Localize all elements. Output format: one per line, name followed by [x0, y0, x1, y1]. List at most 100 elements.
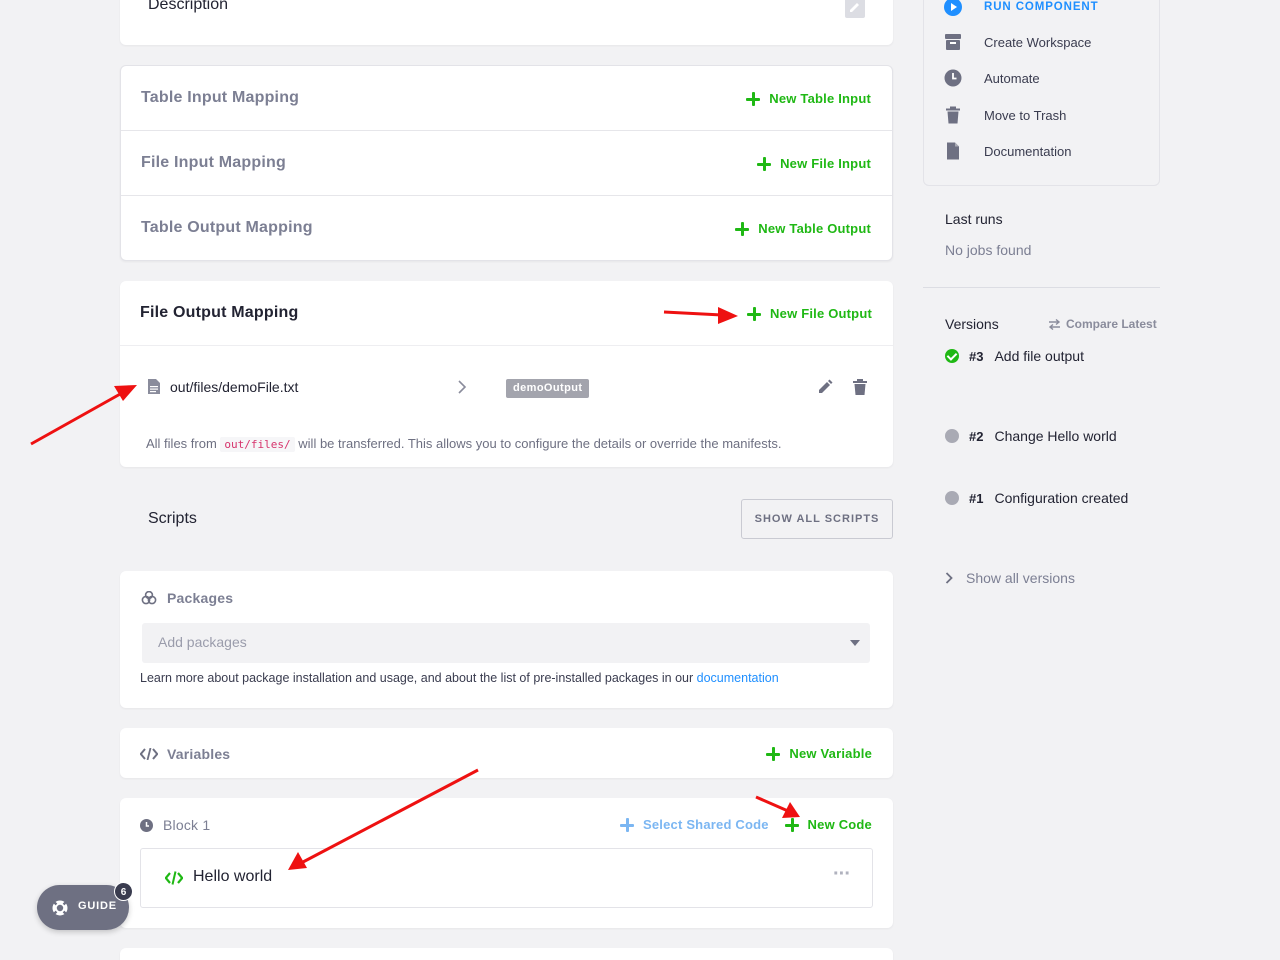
- play-icon: [944, 0, 962, 16]
- packages-help: Learn more about package installation an…: [140, 671, 779, 685]
- block-title: Block 1: [163, 817, 211, 833]
- divider: [923, 287, 1160, 288]
- automate-button[interactable]: Automate: [944, 69, 1040, 87]
- note-text-before: All files from: [146, 436, 217, 451]
- new-table-input-button[interactable]: New Table Input: [746, 91, 871, 106]
- note-text-after: will be transferred. This allows you to …: [298, 436, 782, 451]
- documentation-label: Documentation: [984, 143, 1072, 159]
- box-icon: [945, 34, 961, 50]
- plus-icon: [746, 91, 761, 106]
- version-item[interactable]: #3 Add file output: [945, 348, 1084, 364]
- clock-icon: [140, 819, 153, 832]
- create-workspace-button[interactable]: Create Workspace: [944, 33, 1091, 51]
- documentation-button[interactable]: Documentation: [944, 142, 1071, 160]
- new-file-input-button[interactable]: New File Input: [757, 156, 871, 171]
- file-input-mapping-title: File Input Mapping: [141, 154, 286, 171]
- variables-card: Variables New Variable: [120, 728, 893, 778]
- new-table-input-label: New Table Input: [769, 91, 871, 106]
- divider: [121, 130, 892, 131]
- show-all-versions-label: Show all versions: [966, 570, 1075, 586]
- trash-icon: [946, 106, 960, 124]
- block-card: Block 1 Select Shared Code New Code Hell…: [120, 798, 893, 928]
- file-icon: [148, 379, 160, 394]
- guide-count-badge: 6: [114, 882, 133, 901]
- new-file-output-button[interactable]: New File Output: [747, 306, 872, 321]
- file-icon: [947, 142, 959, 160]
- last-runs-empty: No jobs found: [945, 242, 1032, 258]
- code-icon: [140, 748, 158, 760]
- table-output-mapping-title: Table Output Mapping: [141, 219, 313, 236]
- guide-button[interactable]: GUIDE 6: [37, 882, 133, 930]
- version-label: Change Hello world: [994, 428, 1117, 444]
- plus-icon: [735, 221, 750, 236]
- clock-icon: [944, 69, 962, 87]
- chevron-right-icon: [458, 380, 467, 394]
- add-packages-select[interactable]: Add packages: [142, 623, 870, 663]
- file-output-note: All files from out/files/ will be transf…: [146, 436, 782, 452]
- caret-down-icon: [850, 640, 860, 646]
- packages-icon: [141, 591, 157, 605]
- mappings-card: Table Input Mapping New Table Input File…: [120, 65, 893, 261]
- run-component-label: RUN COMPONENT: [984, 1, 1099, 13]
- versions-title: Versions: [945, 316, 999, 332]
- neutral-status-icon: [945, 429, 959, 443]
- last-runs-title: Last runs: [945, 211, 1003, 227]
- more-options-icon[interactable]: ···: [833, 863, 851, 886]
- table-input-mapping-title: Table Input Mapping: [141, 89, 300, 106]
- new-code-button[interactable]: New Code: [784, 817, 872, 832]
- new-variable-button[interactable]: New Variable: [766, 746, 872, 761]
- file-output-row[interactable]: out/files/demoFile.txt demoOutput: [120, 361, 893, 413]
- code-row[interactable]: Hello world ···: [140, 848, 873, 908]
- destination-tag: demoOutput: [506, 379, 590, 398]
- note-code: out/files/: [220, 437, 295, 452]
- pencil-icon: [850, 3, 859, 12]
- version-item[interactable]: #1 Configuration created: [945, 490, 1128, 506]
- create-workspace-label: Create Workspace: [984, 34, 1092, 50]
- arrow-to-file-path: [30, 391, 123, 446]
- plus-icon: [757, 156, 772, 171]
- edit-icon[interactable]: [817, 379, 833, 395]
- edit-description-button[interactable]: [845, 0, 865, 18]
- plus-icon: [747, 306, 762, 321]
- version-label: Configuration created: [994, 490, 1129, 506]
- move-to-trash-button[interactable]: Move to Trash: [944, 106, 1066, 124]
- description-card: Description: [120, 0, 893, 45]
- version-number: #1: [969, 490, 984, 506]
- lifebuoy-icon: [52, 900, 68, 916]
- plus-icon: [784, 817, 799, 832]
- documentation-link[interactable]: documentation: [697, 671, 779, 685]
- file-output-mapping-card: File Output Mapping New File Output out/…: [120, 281, 893, 467]
- version-item[interactable]: #2 Change Hello world: [945, 428, 1117, 444]
- compare-latest-button[interactable]: Compare Latest: [1048, 317, 1157, 331]
- show-all-versions-button[interactable]: Show all versions: [945, 570, 1075, 586]
- plus-icon: [620, 817, 634, 832]
- packages-card: Packages Add packages Learn more about p…: [120, 571, 893, 708]
- add-packages-placeholder: Add packages: [158, 634, 247, 650]
- new-variable-label: New Variable: [789, 746, 872, 761]
- new-table-output-button[interactable]: New Table Output: [735, 221, 871, 236]
- version-number: #2: [969, 428, 984, 444]
- show-all-scripts-button[interactable]: SHOW ALL SCRIPTS: [741, 499, 893, 539]
- new-code-label: New Code: [807, 817, 872, 832]
- file-path: out/files/demoFile.txt: [170, 379, 299, 395]
- new-file-input-label: New File Input: [780, 156, 871, 171]
- code-icon: [165, 871, 183, 885]
- packages-help-text: Learn more about package installation an…: [140, 671, 694, 685]
- code-name: Hello world: [193, 868, 273, 885]
- new-file-output-label: New File Output: [770, 306, 872, 321]
- delete-icon[interactable]: [853, 379, 867, 395]
- compare-latest-label: Compare Latest: [1066, 317, 1157, 331]
- divider: [120, 345, 893, 346]
- select-shared-code-button[interactable]: Select Shared Code: [620, 817, 769, 832]
- new-table-output-label: New Table Output: [758, 221, 871, 236]
- run-component-button[interactable]: RUN COMPONENT: [944, 0, 1099, 16]
- automate-label: Automate: [984, 70, 1040, 86]
- plus-icon: [766, 746, 781, 761]
- packages-title: Packages: [167, 590, 234, 606]
- guide-label: GUIDE: [78, 900, 117, 912]
- variables-title: Variables: [167, 746, 231, 762]
- scripts-title: Scripts: [148, 510, 197, 527]
- version-label: Add file output: [994, 348, 1084, 364]
- move-to-trash-label: Move to Trash: [984, 107, 1067, 123]
- file-output-mapping-title: File Output Mapping: [140, 304, 299, 321]
